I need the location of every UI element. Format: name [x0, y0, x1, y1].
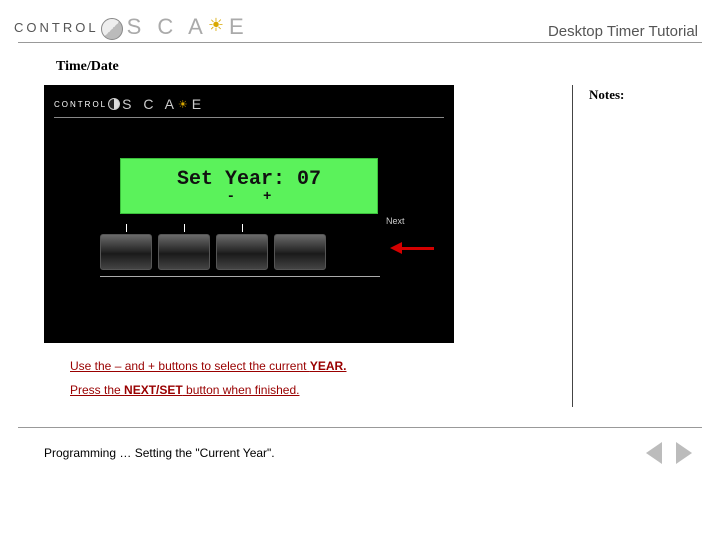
page-title: Desktop Timer Tutorial — [548, 23, 702, 40]
minus-label: - — [227, 189, 235, 205]
brand-control-text: CONTROL — [14, 20, 99, 35]
notes-label: Notes: — [589, 87, 702, 103]
device-screenshot: CONTROL S C A ☀ E Set Year: 07 - + — [44, 85, 454, 343]
sun-icon: ☀ — [178, 98, 192, 111]
pointer-arrow-icon — [390, 242, 434, 254]
prev-slide-button[interactable] — [646, 442, 662, 464]
device-divider — [54, 117, 444, 118]
brand-scape-text: S C A ☀ E — [127, 14, 249, 40]
notes-column: Notes: — [583, 85, 702, 407]
lcd-display: Set Year: 07 - + — [120, 158, 378, 214]
content-columns: CONTROL S C A ☀ E Set Year: 07 - + — [0, 85, 720, 407]
section-title: Time/Date — [0, 43, 720, 85]
button-underline — [100, 276, 380, 277]
hw-button-1[interactable] — [100, 224, 152, 270]
lcd-sub-line: - + — [227, 189, 272, 205]
column-divider — [572, 85, 573, 407]
clock-icon — [101, 18, 123, 40]
main-column: CONTROL S C A ☀ E Set Year: 07 - + — [18, 85, 558, 407]
hw-button-2[interactable] — [158, 224, 210, 270]
hw-button-3[interactable] — [216, 224, 268, 270]
plus-label: + — [263, 189, 271, 205]
brand-logo: CONTROL S C A ☀ E — [14, 14, 249, 40]
sun-icon: ☀ — [208, 15, 229, 36]
page-header: CONTROL S C A ☀ E Desktop Timer Tutorial — [0, 0, 720, 40]
instructions: Use the – and + buttons to select the cu… — [44, 343, 558, 397]
hw-button-4[interactable] — [274, 224, 326, 270]
moon-icon — [108, 98, 120, 110]
device-brand: CONTROL S C A ☀ E — [54, 93, 444, 115]
hardware-button-row: Next Set — [100, 224, 444, 270]
instruction-line-1: Use the – and + buttons to select the cu… — [70, 359, 558, 373]
instruction-line-2: Press the NEXT/SET button when finished. — [70, 383, 558, 397]
page-footer: Programming … Setting the "Current Year"… — [0, 428, 720, 464]
slide-nav — [646, 442, 692, 464]
next-slide-button[interactable] — [676, 442, 692, 464]
next-label: Next — [386, 216, 405, 226]
footer-text: Programming … Setting the "Current Year"… — [44, 446, 275, 460]
lcd-main-line: Set Year: 07 — [177, 168, 321, 191]
